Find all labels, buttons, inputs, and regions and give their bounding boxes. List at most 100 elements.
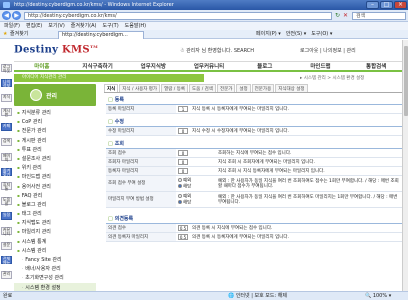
back-button[interactable]: ◀ xyxy=(2,11,11,20)
quick-link-button[interactable]: 휴지통 xyxy=(1,182,12,191)
sidebar-item[interactable]: CoP 관리 xyxy=(14,117,96,126)
quick-link-button[interactable]: 도움말 xyxy=(1,197,12,206)
minimize-button[interactable]: – xyxy=(366,1,379,9)
quick-link-button[interactable]: 나의정보 xyxy=(1,78,12,87)
setting-input[interactable]: 0 xyxy=(178,127,188,134)
sidebar-item[interactable]: 투표 관리 xyxy=(14,145,96,154)
radio-option[interactable]: 해당 xyxy=(178,183,214,189)
quick-link-button[interactable]: 카페 xyxy=(1,123,12,132)
sidebar-item[interactable]: 게시판 관리 xyxy=(14,136,96,145)
setting-input[interactable]: 0.5 xyxy=(178,224,188,231)
radio-button[interactable] xyxy=(178,199,182,204)
menu-item[interactable]: 도움말(H) xyxy=(125,23,146,29)
menu-item[interactable]: 편집(E) xyxy=(26,23,42,29)
search-input[interactable]: 검색 xyxy=(352,12,406,20)
quick-link-button[interactable]: 설문 xyxy=(1,241,12,250)
tab-6[interactable]: 전문가용 xyxy=(251,84,275,92)
radio-option[interactable]: 해당 xyxy=(178,199,214,205)
maximize-button[interactable]: □ xyxy=(380,1,393,9)
quick-link-button[interactable]: 지식 xyxy=(1,93,12,102)
sidebar-item[interactable]: 용어사전 관리 xyxy=(14,182,96,191)
url-input[interactable]: http://destiny.cyberdigm.co.kr/kms/ xyxy=(24,12,332,20)
topnav-item[interactable]: 마이홈 xyxy=(14,62,70,70)
sidebar-item[interactable]: 블로그 관리 xyxy=(14,200,96,209)
logo-accent: KMS xyxy=(62,44,90,56)
tab-2[interactable]: 열람 / 등록 xyxy=(161,84,189,92)
window-titlebar: http://destiny.cyberdigm.co.kr/kms/ - Wi… xyxy=(0,0,408,10)
setting-input[interactable]: 1 xyxy=(178,105,188,112)
header-menu[interactable]: 로그아웃 | 나의정보 | 관리 xyxy=(300,47,356,54)
tab-4[interactable]: 전문가 xyxy=(216,84,236,92)
forward-button[interactable]: ▶ xyxy=(12,11,21,20)
stop-icon[interactable]: ✕ xyxy=(343,12,348,19)
favorites-star-icon[interactable]: ★ xyxy=(3,30,7,39)
favorites-label[interactable]: 즐겨찾기 xyxy=(10,30,28,39)
topnav-item[interactable]: 업무커뮤니티 xyxy=(181,62,237,70)
topnav-item[interactable]: 블로그 xyxy=(237,62,293,70)
breadcrumb: ▸ 시스템 관리 > 시스템 환경 설정 xyxy=(300,76,365,81)
setting-input[interactable]: 0.5 xyxy=(178,233,188,240)
radio-button[interactable] xyxy=(178,194,182,198)
sidebar-item[interactable]: 태그 관리 xyxy=(14,209,96,218)
sidebar-item[interactable]: 위키 관리 xyxy=(14,163,96,172)
zoom-level[interactable]: 🔍 100% ▾ xyxy=(365,292,391,300)
quick-link-button[interactable]: 로그아웃 xyxy=(1,64,12,73)
setting-label: 조회 점수 xyxy=(106,148,176,158)
quick-link-button[interactable]: 일정 xyxy=(1,212,12,220)
refresh-icon[interactable]: ↻ xyxy=(335,12,340,19)
command-button[interactable]: 안전(S) ▾ xyxy=(286,31,306,37)
close-button[interactable]: × xyxy=(394,1,407,9)
sidebar-item[interactable]: 지식맵도 관리 xyxy=(14,218,96,227)
sidebar-item[interactable]: 지식분류 관리 xyxy=(14,108,96,117)
settings-table: 의견 점수 0.5 의견 등록 시 지식에 부여되는 점수 입니다. 의견 등록자 마… xyxy=(106,223,402,242)
topnav-item[interactable]: 업무지식방 xyxy=(125,62,181,70)
sidebar-item[interactable]: 설문조사 관리 xyxy=(14,154,96,163)
ie-app-icon xyxy=(3,2,10,8)
setting-input[interactable]: 0 xyxy=(178,167,188,174)
sidebar-item[interactable]: FAQ 관리 xyxy=(14,191,96,200)
command-button[interactable]: 페이지(P) ▾ xyxy=(256,31,281,37)
menu-item[interactable]: 보기(V) xyxy=(48,23,65,29)
browser-tab[interactable]: http://destiny.cyberdigm... xyxy=(58,31,144,39)
topnav-item[interactable]: 지식구축하기 xyxy=(70,62,126,70)
sidebar-item[interactable]: 초기화면구성 관리 xyxy=(14,273,96,282)
setting-input[interactable]: 0 xyxy=(178,149,188,156)
command-button[interactable]: 도구(O) ▾ xyxy=(311,31,332,37)
vertical-scrollbar[interactable] xyxy=(402,40,408,291)
quick-link-button[interactable]: 전체메뉴 xyxy=(1,256,12,265)
sidebar-item[interactable]: 마인드맵 관리 xyxy=(14,172,96,181)
setting-value-cell: 예외 해당 xyxy=(176,191,216,208)
menu-item[interactable]: 파일(F) xyxy=(4,23,20,29)
sidebar-item[interactable]: 마일리지 관리 xyxy=(14,227,96,236)
tab-3[interactable]: 도움 / 검색 xyxy=(189,84,216,92)
menu-item[interactable]: 도구(T) xyxy=(103,23,119,29)
topnav-item[interactable]: 통합검색 xyxy=(348,62,404,70)
sidebar-item[interactable]: 시스템 통계 xyxy=(14,237,96,246)
site-logo[interactable]: Destiny KMSTM xyxy=(14,44,98,55)
sub-navigation[interactable]: 아이디어 지식관리 관리 xyxy=(14,74,204,82)
sidebar-item[interactable]: 전문가 관리 xyxy=(14,126,96,135)
radio-button[interactable] xyxy=(178,178,182,182)
sidebar-item[interactable]: Fancy Site 관리 xyxy=(14,255,96,264)
settings-section: 등록등록 마일리지1지식 등록 시 등록자에게 부여되는 마일리지 입니다. xyxy=(106,96,402,114)
tab-1[interactable]: 지식 / 사용자 평가 xyxy=(119,84,161,92)
sidebar-item[interactable]: 시스템 환경 설정 xyxy=(14,282,96,291)
quick-link-button[interactable]: 페이지 xyxy=(1,152,12,161)
tab-5[interactable]: 설정 xyxy=(236,84,251,92)
quick-link-button[interactable]: 관리 xyxy=(1,271,12,280)
quick-link-button[interactable]: 게시판 xyxy=(1,108,12,117)
menu-item[interactable]: 즐겨찾기(A) xyxy=(71,23,97,29)
quick-link-button[interactable]: 즐겨찾기 xyxy=(1,167,12,176)
radio-button[interactable] xyxy=(178,183,182,188)
radio-label: 해당 xyxy=(183,184,192,189)
setting-input[interactable]: 0 xyxy=(178,158,188,165)
sidebar-item[interactable]: 배너/사용자 관리 xyxy=(14,264,96,273)
scroll-thumb[interactable] xyxy=(404,46,408,116)
settings-section: 의견등록의견 점수0.5의견 등록 시 지식에 부여되는 점수 입니다.의견 등… xyxy=(106,215,402,242)
tab-0[interactable]: 지식 xyxy=(104,84,119,92)
quick-link-button[interactable]: 검색 xyxy=(1,138,12,146)
topnav-item[interactable]: 마인드맵 xyxy=(293,62,349,70)
quick-link-button[interactable]: 커뮤니티 xyxy=(1,226,12,235)
tab-7[interactable]: 지식대상 설정 xyxy=(275,84,308,92)
sidebar-item[interactable]: 시스템 관리 xyxy=(14,246,96,255)
